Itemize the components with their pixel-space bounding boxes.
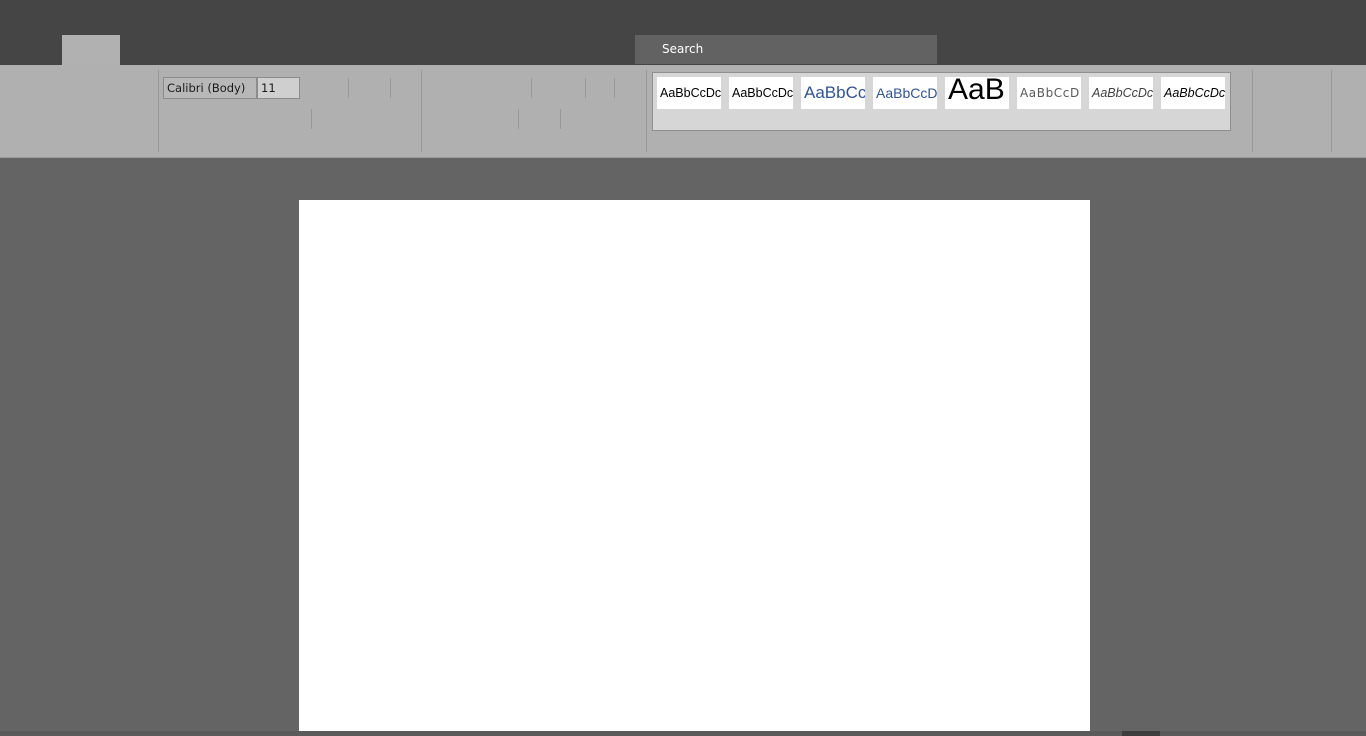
style-no-spacing[interactable]: AaBbCcDc [729, 77, 793, 109]
toolbar-divider [560, 109, 561, 129]
ribbon-separator [646, 70, 647, 152]
toolbar-divider [311, 109, 312, 129]
style-normal[interactable]: AaBbCcDc [657, 77, 721, 109]
ribbon-separator [1331, 70, 1332, 152]
font-name-combobox[interactable]: Calibri (Body) [163, 77, 257, 99]
style-heading-2[interactable]: AaBbCcD [873, 77, 937, 109]
document-page[interactable] [299, 200, 1090, 731]
ribbon-tab-home[interactable] [62, 35, 120, 65]
zoom-slider-handle[interactable] [1122, 731, 1160, 736]
font-size-combobox[interactable]: 11 [257, 77, 300, 99]
style-subtle-emphasis[interactable]: AaBbCcDc [1089, 77, 1153, 109]
toolbar-divider [585, 78, 586, 98]
toolbar-divider [518, 109, 519, 129]
style-subtitle[interactable]: AaBbCcD [1017, 77, 1081, 109]
toolbar-divider [531, 78, 532, 98]
ribbon-separator [1252, 70, 1253, 152]
title-bar: Search [0, 0, 1366, 65]
toolbar-divider [348, 78, 349, 98]
toolbar-divider [390, 78, 391, 98]
styles-gallery: AaBbCcDc AaBbCcDc AaBbCc AaBbCcD AaB AaB… [652, 72, 1231, 131]
ribbon-separator [421, 70, 422, 152]
ribbon-separator [158, 70, 159, 152]
search-box[interactable]: Search [635, 35, 937, 64]
document-workspace [0, 158, 1366, 736]
style-emphasis[interactable]: AaBbCcDc [1161, 77, 1225, 109]
status-bar [0, 731, 1366, 736]
style-title[interactable]: AaB [945, 77, 1009, 109]
toolbar-divider [614, 78, 615, 98]
style-heading-1[interactable]: AaBbCc [801, 77, 865, 109]
search-label: Search [662, 42, 704, 56]
